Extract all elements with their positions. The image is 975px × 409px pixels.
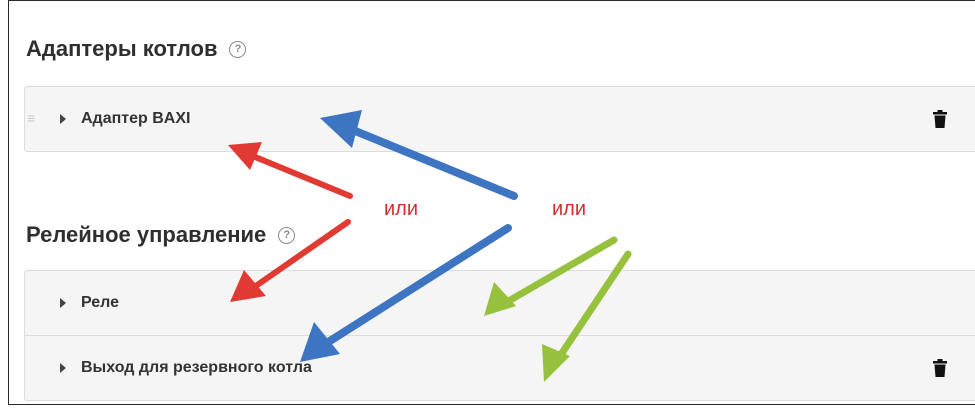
adapter-baxi-label[interactable]: Адаптер BAXI	[81, 110, 190, 128]
relay-control-panel: Реле Выход для резервного котла	[24, 270, 975, 401]
list-item-adapter-baxi[interactable]: ≡ Адаптер BAXI	[25, 87, 975, 151]
list-item-backup-boiler-output[interactable]: Выход для резервного котла	[25, 336, 975, 400]
expand-caret-icon[interactable]	[60, 114, 66, 124]
annotation-or-right: или	[552, 198, 587, 220]
expand-caret-icon[interactable]	[60, 363, 66, 373]
trash-icon[interactable]	[933, 110, 947, 128]
drag-handle-icon[interactable]: ≡	[27, 111, 35, 125]
expand-caret-icon[interactable]	[60, 298, 66, 308]
annotation-or-left: или	[384, 198, 419, 220]
help-icon[interactable]: ?	[229, 40, 247, 58]
relay-label[interactable]: Реле	[81, 294, 119, 312]
list-item-relay[interactable]: Реле	[25, 271, 975, 336]
trash-icon[interactable]	[933, 359, 947, 377]
help-icon[interactable]: ?	[278, 226, 296, 244]
boiler-adapters-panel: ≡ Адаптер BAXI	[24, 86, 975, 152]
section-title-boiler-adapters: Адаптеры котлов ?	[26, 36, 247, 62]
relay-control-title: Релейное управление	[26, 222, 267, 247]
section-title-relay-control: Релейное управление ?	[26, 222, 296, 248]
backup-boiler-output-label[interactable]: Выход для резервного котла	[81, 359, 312, 377]
boiler-adapters-title: Адаптеры котлов	[26, 36, 218, 61]
